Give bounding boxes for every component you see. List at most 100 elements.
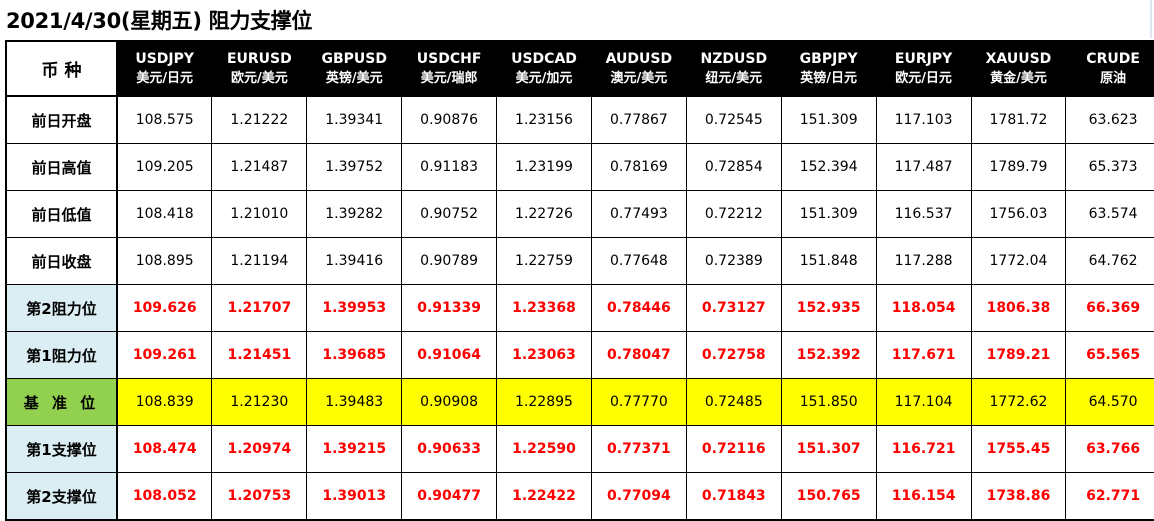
value-cell: 1.23368 xyxy=(496,284,592,332)
value-cell: 0.91183 xyxy=(401,143,498,191)
value-cell: 150.765 xyxy=(780,472,877,521)
value-cell: 0.77094 xyxy=(590,472,687,521)
value-cell: 1772.62 xyxy=(970,378,1067,426)
value-cell: 0.77493 xyxy=(590,190,687,238)
value-cell: 1.39752 xyxy=(306,143,403,191)
row-label: 前日收盘 xyxy=(5,237,118,285)
table-body: 前日开盘 108.575 1.21222 1.39341 0.90876 1.23156 0… xyxy=(5,95,1154,521)
symbol-name: 欧元/美元 xyxy=(230,70,288,86)
value-cell: 109.626 xyxy=(116,284,213,332)
value-cell: 118.054 xyxy=(875,284,972,332)
value-cell: 63.766 xyxy=(1065,425,1154,473)
symbol-code: XAUUSD xyxy=(985,50,1052,67)
value-cell: 1.22422 xyxy=(496,472,592,521)
value-cell: 108.839 xyxy=(116,378,213,426)
value-cell: 108.575 xyxy=(116,95,213,144)
symbol-code: USDCAD xyxy=(511,50,577,67)
value-cell: 0.72212 xyxy=(685,190,782,238)
sheet-edge xyxy=(1150,0,1152,38)
value-cell: 1.21451 xyxy=(211,331,308,379)
value-cell: 151.850 xyxy=(780,378,877,426)
value-cell: 1.23063 xyxy=(496,331,592,379)
symbol-name: 美元/日元 xyxy=(136,70,194,86)
value-cell: 1.21707 xyxy=(211,284,308,332)
table-row: 前日低值 108.418 1.21010 1.39282 0.90752 1.22726 0… xyxy=(5,190,1154,238)
value-cell: 1806.38 xyxy=(970,284,1067,332)
column-header-nzdusd: NZDUSD 纽元/美元 xyxy=(685,40,782,97)
value-cell: 109.261 xyxy=(116,331,213,379)
value-cell: 117.671 xyxy=(875,331,972,379)
value-cell: 0.72854 xyxy=(685,143,782,191)
value-cell: 1789.21 xyxy=(970,331,1067,379)
value-cell: 151.848 xyxy=(780,237,877,285)
value-cell: 1.20753 xyxy=(211,472,308,521)
value-cell: 1.22759 xyxy=(496,237,592,285)
symbol-name: 澳元/美元 xyxy=(610,70,668,86)
column-header-usdcad: USDCAD 美元/加元 xyxy=(496,40,592,97)
value-cell: 64.570 xyxy=(1065,378,1154,426)
value-cell: 1.39341 xyxy=(306,95,403,144)
value-cell: 0.78169 xyxy=(590,143,687,191)
table-row: 第1阻力位 109.261 1.21451 1.39685 0.91064 1.23063… xyxy=(5,331,1154,379)
value-cell: 151.309 xyxy=(780,95,877,144)
value-cell: 1781.72 xyxy=(970,95,1067,144)
value-cell: 0.73127 xyxy=(685,284,782,332)
value-cell: 1.39483 xyxy=(306,378,403,426)
symbol-code: USDJPY xyxy=(135,50,195,67)
value-cell: 1.22895 xyxy=(496,378,592,426)
value-cell: 0.72116 xyxy=(685,425,782,473)
value-cell: 1772.04 xyxy=(970,237,1067,285)
value-cell: 63.623 xyxy=(1065,95,1154,144)
value-cell: 0.72758 xyxy=(685,331,782,379)
value-cell: 0.90908 xyxy=(401,378,498,426)
header-row: 币 种 USDJPY 美元/日元 EURUSD 欧元/美元 GBPUSD 英镑/美元 USD… xyxy=(5,40,1154,97)
value-cell: 0.72485 xyxy=(685,378,782,426)
value-cell: 0.78047 xyxy=(590,331,687,379)
symbol-code: EURJPY xyxy=(894,50,953,67)
value-cell: 63.574 xyxy=(1065,190,1154,238)
column-header-usdjpy: USDJPY 美元/日元 xyxy=(116,40,213,97)
symbol-code: GBPUSD xyxy=(321,50,387,67)
value-cell: 151.309 xyxy=(780,190,877,238)
row-label: 第1支撑位 xyxy=(5,425,118,473)
value-cell: 0.90752 xyxy=(401,190,498,238)
value-cell: 0.71843 xyxy=(685,472,782,521)
currency-header-label: 币 种 xyxy=(5,40,118,97)
value-cell: 1789.79 xyxy=(970,143,1067,191)
value-cell: 1.21487 xyxy=(211,143,308,191)
table-row: 前日高值 109.205 1.21487 1.39752 0.91183 1.23199 0… xyxy=(5,143,1154,191)
symbol-name: 黄金/美元 xyxy=(990,70,1047,86)
value-cell: 108.418 xyxy=(116,190,213,238)
pivot-levels-table: 币 种 USDJPY 美元/日元 EURUSD 欧元/美元 GBPUSD 英镑/美元 USD… xyxy=(5,40,1154,521)
value-cell: 1.21010 xyxy=(211,190,308,238)
column-header-gbpusd: GBPUSD 英镑/美元 xyxy=(306,40,403,97)
column-header-eurjpy: EURJPY 欧元/日元 xyxy=(875,40,972,97)
value-cell: 1.39013 xyxy=(306,472,403,521)
value-cell: 116.721 xyxy=(875,425,972,473)
row-label: 前日高值 xyxy=(5,143,118,191)
value-cell: 116.154 xyxy=(875,472,972,521)
value-cell: 0.90633 xyxy=(401,425,498,473)
value-cell: 1.21222 xyxy=(211,95,308,144)
symbol-code: CRUDE xyxy=(1086,50,1140,67)
row-label: 第2阻力位 xyxy=(5,284,118,332)
value-cell: 1.39953 xyxy=(306,284,403,332)
symbol-code: GBPJPY xyxy=(799,50,858,67)
value-cell: 1756.03 xyxy=(970,190,1067,238)
value-cell: 0.72545 xyxy=(685,95,782,144)
value-cell: 62.771 xyxy=(1065,472,1154,521)
value-cell: 1.39215 xyxy=(306,425,403,473)
value-cell: 64.762 xyxy=(1065,237,1154,285)
value-cell: 117.487 xyxy=(875,143,972,191)
value-cell: 1.22726 xyxy=(496,190,592,238)
value-cell: 1755.45 xyxy=(970,425,1067,473)
table-row: 第2支撑位 108.052 1.20753 1.39013 0.90477 1.22422… xyxy=(5,472,1154,521)
value-cell: 0.72389 xyxy=(685,237,782,285)
value-cell: 1738.86 xyxy=(970,472,1067,521)
value-cell: 1.39685 xyxy=(306,331,403,379)
value-cell: 117.103 xyxy=(875,95,972,144)
column-header-audusd: AUDUSD 澳元/美元 xyxy=(590,40,687,97)
value-cell: 152.394 xyxy=(780,143,877,191)
value-cell: 108.474 xyxy=(116,425,213,473)
symbol-code: NZDUSD xyxy=(700,50,768,67)
